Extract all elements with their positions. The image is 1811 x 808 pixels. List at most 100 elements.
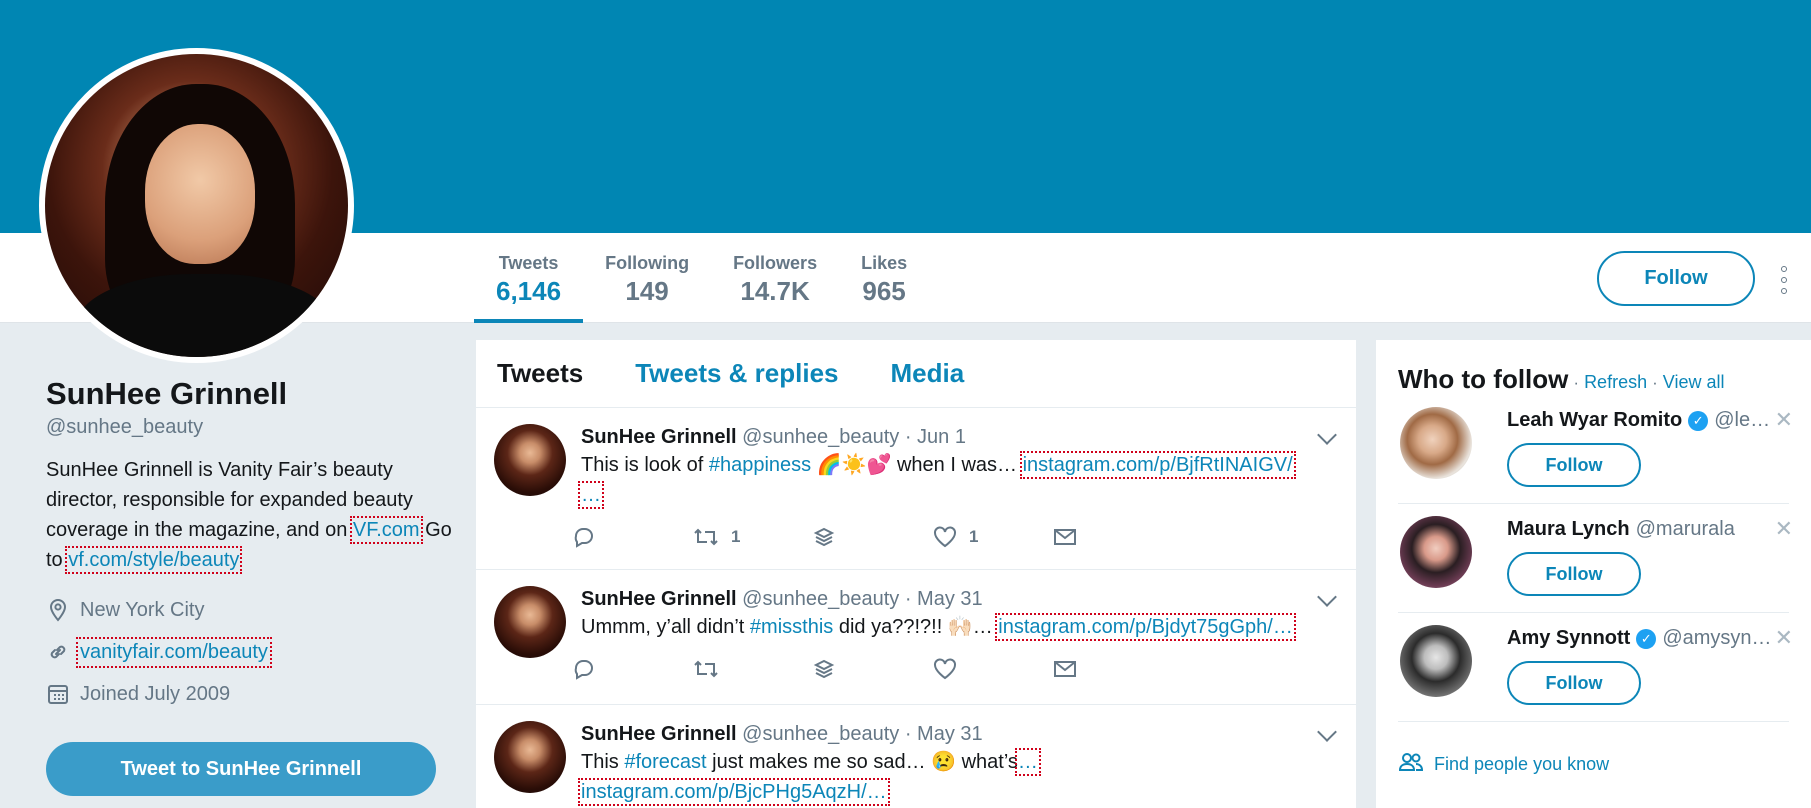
tab-tweets-replies[interactable]: Tweets & replies <box>635 358 838 389</box>
suggestion-avatar[interactable] <box>1400 625 1472 697</box>
reply-action[interactable] <box>573 526 693 548</box>
retweet-action[interactable] <box>693 658 813 680</box>
dismiss-icon[interactable]: ✕ <box>1775 625 1793 651</box>
tweet-emoji: did ya??!?!! 🙌🏻 <box>833 616 973 638</box>
hashtag-link[interactable]: #happiness <box>709 454 811 476</box>
tweet-link[interactable]: instagram.com/p/Bjdyt75gGph/… <box>995 613 1296 641</box>
bio-link-vf[interactable]: VF.com <box>349 516 423 545</box>
stat-tweets[interactable]: Tweets 6,146 <box>474 233 584 323</box>
tweet-text-part: This <box>581 751 625 773</box>
stat-followers[interactable]: Followers 14.7K <box>711 233 839 323</box>
tab-media[interactable]: Media <box>890 358 964 389</box>
suggestion-name: Leah Wyar Romito <box>1507 409 1683 431</box>
suggestion-follow-button[interactable]: Follow <box>1507 443 1641 487</box>
reply-icon <box>574 660 593 680</box>
tweet-item[interactable]: SunHee Grinnell @sunhee_beauty · May 31 … <box>476 570 1356 705</box>
profile-card: SunHee Grinnell @sunhee_beauty SunHee Gr… <box>46 375 452 715</box>
retweet-count: 1 <box>731 527 741 546</box>
follow-button[interactable]: Follow <box>1597 251 1755 306</box>
calendar-icon <box>46 682 70 706</box>
stat-value: 6,146 <box>496 276 562 306</box>
tweet-avatar[interactable] <box>494 586 566 658</box>
tweet-item[interactable]: SunHee Grinnell @sunhee_beauty · May 31 … <box>476 705 1356 808</box>
profile-name: SunHee Grinnell <box>46 376 288 411</box>
bio-link-vf-style[interactable]: vf.com/style/beauty <box>65 546 243 575</box>
profile-bio: SunHee Grinnell is Vanity Fair’s beauty … <box>46 455 456 575</box>
who-to-follow: Who to follow · Refresh · View all Leah … <box>1376 340 1811 808</box>
suggestion-name-row[interactable]: Leah Wyar Romito ✓ @le… <box>1507 409 1770 432</box>
retweet-icon <box>694 528 718 546</box>
tweet-header: SunHee Grinnell @sunhee_beauty · Jun 1 <box>581 424 1336 450</box>
stat-following[interactable]: Following 149 <box>583 233 711 323</box>
profile-avatar[interactable] <box>39 48 354 363</box>
tweet-link-cont[interactable]: … <box>578 481 604 509</box>
suggestion-avatar[interactable] <box>1400 516 1472 588</box>
like-action[interactable]: 1 <box>933 526 1053 548</box>
tweet-text-part: Ummm, y’all didn’t <box>581 616 750 638</box>
suggestion-name-row[interactable]: Maura Lynch @marurala <box>1507 518 1735 541</box>
tweet-date[interactable]: · May 31 <box>905 588 983 610</box>
message-action[interactable] <box>1053 527 1173 547</box>
tweet-item[interactable]: SunHee Grinnell @sunhee_beauty · Jun 1 T… <box>476 408 1356 570</box>
suggestion-avatar[interactable] <box>1400 407 1472 479</box>
retweet-action[interactable]: 1 <box>693 526 813 548</box>
tweet-author[interactable]: SunHee Grinnell <box>581 723 737 745</box>
tweet-text: Ummm, y’all didn’t #missthis did ya??!?!… <box>581 612 1336 642</box>
message-action[interactable] <box>1053 659 1173 679</box>
tweet-header: SunHee Grinnell @sunhee_beauty · May 31 <box>581 586 1336 612</box>
envelope-icon <box>1054 661 1076 677</box>
timeline-tabs: Tweets Tweets & replies Media <box>476 340 1356 408</box>
location-text: New York City <box>80 598 205 621</box>
stat-label: Following <box>605 253 690 273</box>
website-link[interactable]: vanityfair.com/beauty <box>76 636 272 668</box>
tweet-to-button[interactable]: Tweet to SunHee Grinnell <box>46 742 436 796</box>
location-pin-icon <box>46 598 70 622</box>
like-count: 1 <box>969 527 979 546</box>
reply-icon <box>574 528 593 548</box>
tweet-date[interactable]: · May 31 <box>905 723 983 745</box>
suggestion-name-row[interactable]: Amy Synnott ✓ @amysyn… <box>1507 627 1772 650</box>
tweet-link[interactable]: instagram.com/p/BjcPHg5AqzH/… <box>578 778 890 806</box>
profile-handle: @sunhee_beauty <box>46 416 204 439</box>
stack-action[interactable] <box>813 526 933 548</box>
tab-tweets[interactable]: Tweets <box>497 358 583 389</box>
suggestion-follow-button[interactable]: Follow <box>1507 661 1641 705</box>
tweet-text-part: … <box>972 616 999 638</box>
retweet-icon <box>694 660 718 678</box>
tweet-link[interactable]: instagram.com/p/BjfRtINAIGV/ <box>1019 451 1296 479</box>
tweet-handle: @sunhee_beauty <box>742 426 900 448</box>
hashtag-link[interactable]: #missthis <box>750 616 833 638</box>
dismiss-icon[interactable]: ✕ <box>1775 407 1793 433</box>
stat-likes[interactable]: Likes 965 <box>839 233 929 323</box>
tweet-actions: 1 1 <box>573 510 1336 564</box>
suggestion-handle: @amysyn… <box>1662 627 1772 649</box>
suggestion-item: Leah Wyar Romito ✓ @le… Follow ✕ <box>1398 395 1793 504</box>
suggestion-name: Maura Lynch <box>1507 518 1630 540</box>
stat-label: Likes <box>861 253 908 273</box>
dismiss-icon[interactable]: ✕ <box>1775 516 1793 542</box>
tweet-ellipsis[interactable]: … <box>1014 748 1041 776</box>
reply-action[interactable] <box>573 658 693 680</box>
find-people[interactable]: Find people you know <box>1376 722 1811 777</box>
tweet-date[interactable]: · Jun 1 <box>905 426 966 448</box>
stat-value: 965 <box>862 276 906 306</box>
stat-value: 149 <box>625 276 669 306</box>
tweet-author[interactable]: SunHee Grinnell <box>581 426 737 448</box>
suggestion-item: Amy Synnott ✓ @amysyn… Follow ✕ <box>1398 613 1793 722</box>
hashtag-link[interactable]: #forecast <box>624 751 706 773</box>
link-icon <box>46 640 70 664</box>
tweet-author[interactable]: SunHee Grinnell <box>581 588 737 610</box>
tweet-handle: @sunhee_beauty <box>742 588 900 610</box>
suggestion-handle: @le… <box>1714 409 1771 431</box>
view-all-link[interactable]: View all <box>1663 372 1725 393</box>
refresh-link[interactable]: Refresh <box>1584 372 1647 393</box>
more-options-icon[interactable] <box>1779 266 1789 294</box>
tweet-text: This is look of #happiness 🌈☀️💕 when I w… <box>578 450 1336 510</box>
joined-text: Joined July 2009 <box>80 682 231 705</box>
like-action[interactable] <box>933 658 1053 680</box>
suggestion-follow-button[interactable]: Follow <box>1507 552 1641 596</box>
find-people-link[interactable]: Find people you know <box>1434 754 1609 775</box>
tweet-avatar[interactable] <box>494 721 566 793</box>
tweet-avatar[interactable] <box>494 424 566 496</box>
stack-action[interactable] <box>813 658 933 680</box>
